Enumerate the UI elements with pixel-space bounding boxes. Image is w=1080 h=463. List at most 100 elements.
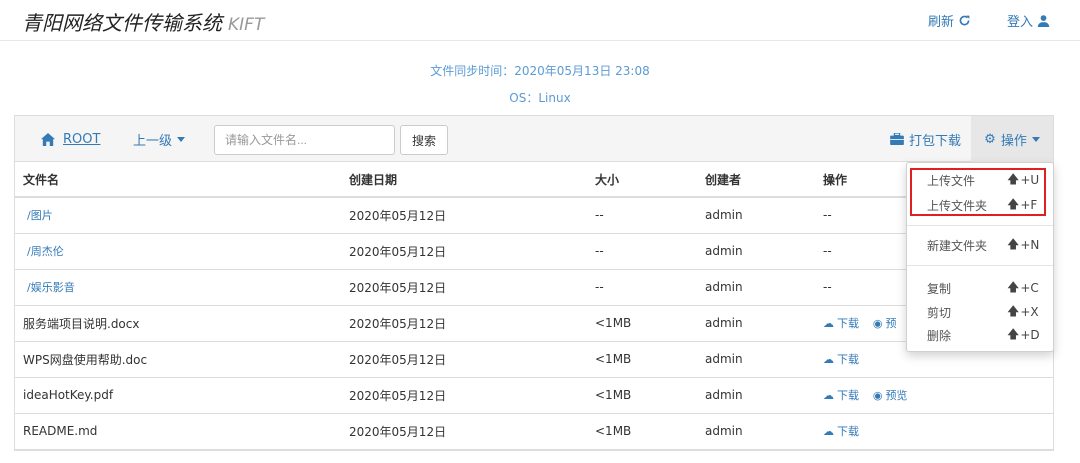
download-link[interactable]: ☁ 下载 (823, 387, 859, 403)
cell-filename: README.md (15, 413, 341, 450)
cell-date: 2020年05月12日 (341, 413, 587, 450)
menu-item-copy[interactable]: 复制 🡅 +C (907, 277, 1053, 299)
cell-ops: ☁ 下载 (815, 413, 1053, 450)
eye-icon: ◉ (872, 316, 883, 330)
parent-dir-dropdown[interactable]: 上一级 (133, 116, 186, 162)
eye-icon: ◉ (872, 388, 883, 402)
caret-down-icon (177, 136, 186, 142)
preview-link[interactable]: ◉ 预览 (873, 387, 908, 403)
pack-download-button[interactable]: 打包下载 (890, 116, 961, 162)
login-label: 登入 (1006, 15, 1033, 30)
table-row[interactable]: /图片 2020年05月12日 -- admin -- (15, 197, 1053, 234)
sync-time: 文件同步时间：2020年05月13日 23:08 (430, 64, 650, 78)
cloud-download-icon: ☁ (823, 316, 834, 330)
cloud-download-icon: ☁ (823, 388, 834, 402)
table-header: 文件名 创建日期 大小 创建者 操作 (15, 163, 1053, 198)
operations-label: 操作 (1000, 133, 1027, 149)
cell-creator: admin (697, 197, 815, 234)
cell-creator: admin (697, 269, 815, 306)
shortcut-label: +D (1020, 328, 1040, 342)
download-label: 下载 (837, 317, 859, 330)
menu-item-label: 上传文件夹 (927, 198, 988, 213)
refresh-button[interactable]: 刷新 (928, 11, 971, 30)
cell-size: <1MB (587, 377, 697, 414)
col-header-size[interactable]: 大小 (587, 163, 697, 198)
table-row[interactable]: /周杰伦 2020年05月12日 -- admin -- (15, 233, 1053, 270)
col-header-name[interactable]: 文件名 (15, 163, 341, 198)
table-row[interactable]: WPS网盘使用帮助.doc 2020年05月12日 <1MB admin ☁ 下载 (15, 341, 1053, 378)
operations-dropdown[interactable]: ⚙ 操作 (971, 116, 1053, 162)
user-icon (1037, 15, 1050, 27)
file-search-input[interactable] (214, 125, 395, 155)
root-link[interactable]: ROOT (41, 116, 100, 162)
download-label: 下载 (837, 389, 859, 402)
shortcut-label: +X (1020, 305, 1039, 319)
menu-item-delete[interactable]: 删除 🡅 +D (907, 324, 1053, 346)
app-title: 青阳网络文件传输系统 (22, 11, 222, 35)
refresh-icon (959, 15, 970, 26)
menu-item-label: 复制 (927, 281, 952, 296)
os-info: OS：Linux (509, 91, 571, 105)
cell-size: -- (587, 233, 697, 270)
menu-item-cut[interactable]: 剪切 🡅 +X (907, 301, 1053, 323)
download-link[interactable]: ☁ 下载 (823, 423, 859, 439)
download-label: 下载 (837, 425, 859, 438)
menu-item-new-folder[interactable]: 新建文件夹 🡅 +N (907, 234, 1053, 256)
cell-filename: WPS网盘使用帮助.doc (15, 341, 341, 378)
cell-size: <1MB (587, 341, 697, 378)
menu-item-label: 新建文件夹 (927, 238, 988, 253)
cell-date: 2020年05月12日 (341, 269, 587, 306)
shortcut-label: +F (1020, 198, 1038, 212)
download-link[interactable]: ☁ 下载 (823, 351, 859, 367)
table-row[interactable]: ideaHotKey.pdf 2020年05月12日 <1MB admin ☁ 下… (15, 377, 1053, 414)
pack-download-label: 打包下载 (909, 133, 962, 149)
cell-filename: 服务端项目说明.docx (15, 305, 341, 342)
cell-ops: ☁ 下载 ◉ 预览 (815, 377, 1053, 414)
shift-arrow-icon: 🡅 (1007, 303, 1020, 318)
menu-divider (907, 265, 1053, 266)
file-panel: ROOT 上一级 搜索 打包下载 ⚙ 操作 文件名 创建日期 大小 创建者 操作 (14, 115, 1054, 451)
gear-icon: ⚙ (984, 131, 996, 147)
folder-link[interactable]: /周杰伦 (15, 233, 341, 270)
shift-arrow-icon: 🡅 (1007, 236, 1020, 251)
shift-arrow-icon: 🡅 (1007, 196, 1020, 211)
col-header-date[interactable]: 创建日期 (341, 163, 587, 198)
table-row[interactable]: 服务端项目说明.docx 2020年05月12日 <1MB admin ☁ 下载 … (15, 305, 1053, 342)
cell-size: -- (587, 269, 697, 306)
folder-link[interactable]: /娱乐影音 (15, 269, 341, 306)
cell-size: -- (587, 197, 697, 234)
cell-creator: admin (697, 413, 815, 450)
home-icon (41, 132, 55, 146)
cell-date: 2020年05月12日 (341, 233, 587, 270)
preview-link[interactable]: ◉ 预 (873, 315, 897, 331)
menu-item-upload-file[interactable]: 上传文件 🡅 +U (907, 169, 1053, 191)
shortcut-label: +N (1020, 238, 1040, 252)
app-subtitle: KIFT (228, 15, 265, 35)
cloud-download-icon: ☁ (823, 352, 834, 366)
cell-size: <1MB (587, 305, 697, 342)
download-label: 下载 (837, 353, 859, 366)
download-link[interactable]: ☁ 下载 (823, 315, 859, 331)
col-header-creator[interactable]: 创建者 (697, 163, 815, 198)
login-button[interactable]: 登入 (1007, 11, 1050, 30)
cell-date: 2020年05月12日 (341, 197, 587, 234)
cell-date: 2020年05月12日 (341, 377, 587, 414)
cell-date: 2020年05月12日 (341, 341, 587, 378)
search-button[interactable]: 搜索 (400, 125, 448, 155)
folder-link[interactable]: /图片 (15, 197, 341, 234)
shift-arrow-icon: 🡅 (1007, 171, 1020, 186)
table-row[interactable]: /娱乐影音 2020年05月12日 -- admin -- (15, 269, 1053, 306)
cloud-download-icon: ☁ (823, 424, 834, 438)
menu-item-upload-folder[interactable]: 上传文件夹 🡅 +F (907, 194, 1053, 216)
cell-date: 2020年05月12日 (341, 305, 587, 342)
shift-arrow-icon: 🡅 (1007, 279, 1020, 294)
table-row[interactable]: README.md 2020年05月12日 <1MB admin ☁ 下载 (15, 413, 1053, 450)
refresh-label: 刷新 (927, 15, 954, 30)
preview-label: 预 (885, 317, 897, 330)
cell-creator: admin (697, 233, 815, 270)
caret-down-icon (1031, 136, 1040, 142)
brand[interactable]: 青阳网络文件传输系统 KIFT (22, 7, 264, 36)
shift-arrow-icon: 🡅 (1007, 326, 1020, 341)
cell-filename: ideaHotKey.pdf (15, 377, 341, 414)
cell-size: <1MB (587, 413, 697, 450)
